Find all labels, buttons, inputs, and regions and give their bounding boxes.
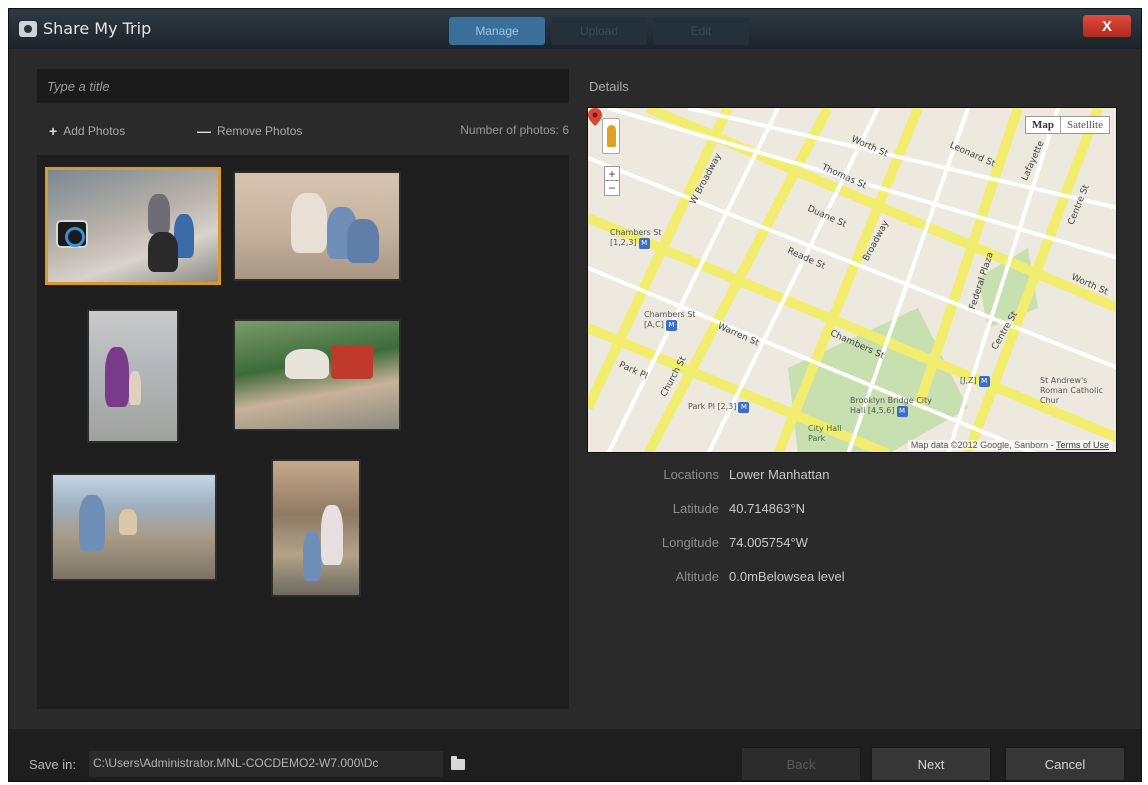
location-row: Locations Lower Manhattan: [599, 467, 1099, 487]
tab-edit[interactable]: Edit: [653, 17, 749, 45]
park-label: City Hall Park: [808, 424, 842, 443]
location-map[interactable]: + − Map Satellite Worth St Leonard St Th…: [587, 107, 1117, 453]
title-input[interactable]: [37, 69, 569, 103]
subway-station-label: Chambers St [1,2,3] M: [610, 228, 662, 249]
latitude-value: 40.714863°N: [729, 501, 806, 516]
map-view-button[interactable]: Map: [1026, 117, 1061, 133]
close-icon: X: [1101, 17, 1112, 35]
tab-manage[interactable]: Manage: [449, 17, 545, 45]
save-in-label: Save in:: [29, 757, 76, 772]
altitude-row: Altitude 0.0mBelowsea level: [599, 569, 1099, 589]
longitude-row: Longitude 74.005754°W: [599, 535, 1099, 555]
tab-upload[interactable]: Upload: [551, 17, 647, 45]
zoom-out-button[interactable]: −: [605, 181, 619, 195]
details-heading: Details: [589, 79, 629, 94]
step-tabs: Manage Upload Edit: [449, 17, 749, 45]
street-view-pegman-icon[interactable]: [602, 118, 620, 154]
close-button[interactable]: X: [1083, 15, 1131, 37]
photo-thumbnail[interactable]: [87, 309, 179, 443]
photo-thumbnail[interactable]: [233, 171, 401, 281]
subway-icon: M: [638, 238, 650, 249]
subway-icon: M: [738, 402, 750, 413]
latitude-label: Latitude: [672, 501, 719, 516]
remove-photos-button[interactable]: — Remove Photos: [197, 123, 302, 139]
minus-icon: —: [197, 123, 211, 139]
satellite-view-button[interactable]: Satellite: [1061, 117, 1109, 133]
zoom-in-button[interactable]: +: [605, 167, 619, 181]
photo-count: Number of photos: 6: [460, 123, 569, 137]
add-photos-button[interactable]: + Add Photos: [49, 123, 125, 139]
plus-icon: +: [49, 123, 58, 139]
bottom-bar: Save in: C:\Users\Administrator.MNL-COCD…: [9, 729, 1141, 781]
photo-grid: [37, 155, 569, 709]
subway-station-label: [J,Z] M: [960, 376, 1000, 387]
terms-of-use-link[interactable]: Terms of Use: [1056, 440, 1109, 450]
photo-actions-bar: + Add Photos — Remove Photos Number of p…: [49, 123, 569, 143]
subway-station-label: Brooklyn Bridge City Hall [4,5,6] M: [850, 396, 932, 417]
map-attribution: Map data ©2012 Google, Sanborn - Terms o…: [907, 440, 1112, 450]
latitude-row: Latitude 40.714863°N: [599, 501, 1099, 521]
subway-icon: M: [665, 320, 677, 331]
location-value: Lower Manhattan: [729, 467, 830, 482]
subway-station-label: Park Pl [2,3] M: [688, 402, 768, 413]
altitude-label: Altitude: [675, 569, 719, 584]
church-label: St Andrew's Roman Catholic Chur: [1040, 376, 1103, 405]
subway-station-label: Chambers St [A,C] M: [644, 310, 696, 331]
longitude-value: 74.005754°W: [729, 535, 808, 550]
next-button[interactable]: Next: [871, 747, 991, 781]
title-bar: Share My Trip Manage Upload Edit X: [9, 9, 1141, 49]
folder-browse-icon[interactable]: [451, 756, 465, 770]
altitude-value: 0.0mBelowsea level: [729, 569, 845, 584]
camera-icon: [56, 220, 88, 248]
subway-icon: M: [896, 406, 908, 417]
photo-thumbnail[interactable]: [271, 459, 361, 597]
location-pin-icon[interactable]: [588, 108, 602, 126]
map-type-toggle: Map Satellite: [1024, 116, 1110, 134]
subway-icon: M: [978, 376, 990, 387]
add-photos-label: Add Photos: [63, 124, 126, 138]
photo-thumbnail[interactable]: [51, 473, 217, 581]
window-title: Share My Trip: [43, 19, 152, 38]
photos-panel: + Add Photos — Remove Photos Number of p…: [37, 69, 569, 709]
save-path-field[interactable]: C:\Users\Administrator.MNL-COCDEMO2-W7.0…: [89, 751, 443, 777]
longitude-label: Longitude: [661, 535, 719, 550]
back-button[interactable]: Back: [741, 747, 861, 781]
photo-thumbnail[interactable]: [45, 167, 221, 285]
share-my-trip-window: Share My Trip Manage Upload Edit X + Add…: [8, 8, 1142, 782]
cancel-button[interactable]: Cancel: [1005, 747, 1125, 781]
photo-thumbnail[interactable]: [233, 319, 401, 431]
location-label: Locations: [663, 467, 719, 482]
camera-app-icon: [19, 21, 37, 37]
remove-photos-label: Remove Photos: [217, 124, 303, 138]
zoom-control: + −: [604, 166, 620, 196]
